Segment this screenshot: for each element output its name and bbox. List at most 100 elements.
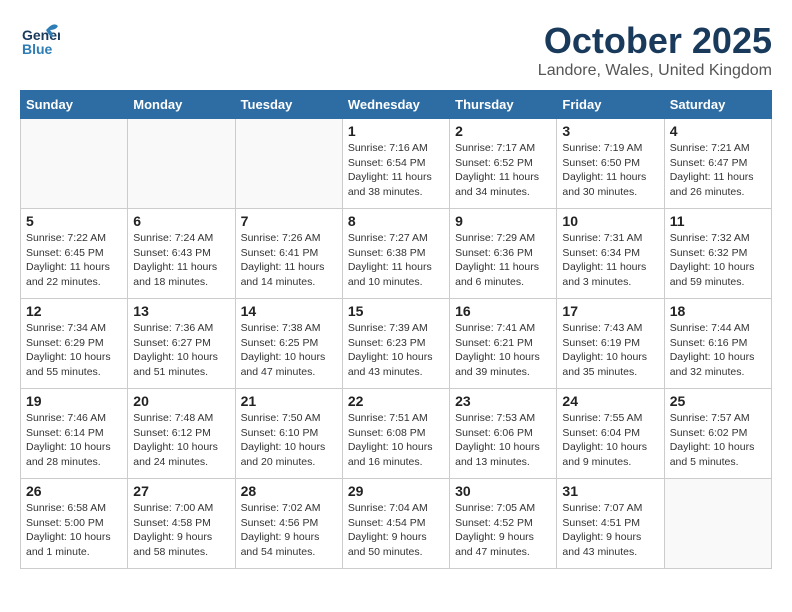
day-info: Sunrise: 7:26 AM Sunset: 6:41 PM Dayligh… <box>241 231 337 290</box>
day-number: 16 <box>455 303 551 319</box>
weekday-header: Sunday <box>21 91 128 119</box>
day-info: Sunrise: 7:16 AM Sunset: 6:54 PM Dayligh… <box>348 141 444 200</box>
weekday-header: Saturday <box>664 91 771 119</box>
day-number: 23 <box>455 393 551 409</box>
calendar-day-cell: 16 Sunrise: 7:41 AM Sunset: 6:21 PM Dayli… <box>450 299 557 389</box>
day-number: 8 <box>348 213 444 229</box>
day-number: 24 <box>562 393 658 409</box>
day-info: Sunrise: 7:39 AM Sunset: 6:23 PM Dayligh… <box>348 321 444 380</box>
day-info: Sunrise: 7:04 AM Sunset: 4:54 PM Dayligh… <box>348 501 444 560</box>
logo: General Blue <box>20 20 60 60</box>
day-info: Sunrise: 7:51 AM Sunset: 6:08 PM Dayligh… <box>348 411 444 470</box>
day-info: Sunrise: 7:48 AM Sunset: 6:12 PM Dayligh… <box>133 411 229 470</box>
day-info: Sunrise: 7:21 AM Sunset: 6:47 PM Dayligh… <box>670 141 766 200</box>
day-number: 9 <box>455 213 551 229</box>
day-number: 18 <box>670 303 766 319</box>
calendar-week-row: 5Sunrise: 7:22 AM Sunset: 6:45 PM Daylig… <box>21 209 772 299</box>
calendar-day-cell: 21 Sunrise: 7:50 AM Sunset: 6:10 PM Dayli… <box>235 389 342 479</box>
calendar-day-cell: 26 Sunrise: 6:58 AM Sunset: 5:00 PM Dayli… <box>21 479 128 569</box>
day-info: Sunrise: 7:46 AM Sunset: 6:14 PM Dayligh… <box>26 411 122 470</box>
day-number: 4 <box>670 123 766 139</box>
day-info: Sunrise: 7:02 AM Sunset: 4:56 PM Dayligh… <box>241 501 337 560</box>
day-number: 21 <box>241 393 337 409</box>
calendar-day-cell: 23 Sunrise: 7:53 AM Sunset: 6:06 PM Dayli… <box>450 389 557 479</box>
calendar-day-cell: 1 Sunrise: 7:16 AM Sunset: 6:54 PM Daylig… <box>342 119 449 209</box>
calendar-week-row: 1 Sunrise: 7:16 AM Sunset: 6:54 PM Daylig… <box>21 119 772 209</box>
calendar-day-cell <box>21 119 128 209</box>
day-number: 7 <box>241 213 337 229</box>
day-number: 20 <box>133 393 229 409</box>
day-info: Sunrise: 7:19 AM Sunset: 6:50 PM Dayligh… <box>562 141 658 200</box>
day-number: 12 <box>26 303 122 319</box>
day-info: Sunrise: 7:36 AM Sunset: 6:27 PM Dayligh… <box>133 321 229 380</box>
day-number: 22 <box>348 393 444 409</box>
calendar-day-cell <box>128 119 235 209</box>
day-number: 10 <box>562 213 658 229</box>
day-info: Sunrise: 7:17 AM Sunset: 6:52 PM Dayligh… <box>455 141 551 200</box>
day-info: Sunrise: 7:07 AM Sunset: 4:51 PM Dayligh… <box>562 501 658 560</box>
day-number: 2 <box>455 123 551 139</box>
day-number: 25 <box>670 393 766 409</box>
calendar-day-cell: 20 Sunrise: 7:48 AM Sunset: 6:12 PM Dayli… <box>128 389 235 479</box>
day-info: Sunrise: 7:38 AM Sunset: 6:25 PM Dayligh… <box>241 321 337 380</box>
day-info: Sunrise: 6:58 AM Sunset: 5:00 PM Dayligh… <box>26 501 122 560</box>
day-info: Sunrise: 7:53 AM Sunset: 6:06 PM Dayligh… <box>455 411 551 470</box>
day-number: 19 <box>26 393 122 409</box>
calendar-day-cell: 11Sunrise: 7:32 AM Sunset: 6:32 PM Dayli… <box>664 209 771 299</box>
day-number: 29 <box>348 483 444 499</box>
weekday-header: Thursday <box>450 91 557 119</box>
calendar-day-cell: 7 Sunrise: 7:26 AM Sunset: 6:41 PM Daylig… <box>235 209 342 299</box>
calendar-day-cell: 15Sunrise: 7:39 AM Sunset: 6:23 PM Dayli… <box>342 299 449 389</box>
location: Landore, Wales, United Kingdom <box>538 62 772 80</box>
calendar-day-cell: 22 Sunrise: 7:51 AM Sunset: 6:08 PM Dayli… <box>342 389 449 479</box>
day-info: Sunrise: 7:05 AM Sunset: 4:52 PM Dayligh… <box>455 501 551 560</box>
calendar-day-cell <box>664 479 771 569</box>
calendar-day-cell: 8 Sunrise: 7:27 AM Sunset: 6:38 PM Daylig… <box>342 209 449 299</box>
day-number: 27 <box>133 483 229 499</box>
day-number: 1 <box>348 123 444 139</box>
calendar-day-cell: 6Sunrise: 7:24 AM Sunset: 6:43 PM Daylig… <box>128 209 235 299</box>
calendar-day-cell: 30 Sunrise: 7:05 AM Sunset: 4:52 PM Dayli… <box>450 479 557 569</box>
day-number: 5 <box>26 213 122 229</box>
day-info: Sunrise: 7:57 AM Sunset: 6:02 PM Dayligh… <box>670 411 766 470</box>
day-info: Sunrise: 7:41 AM Sunset: 6:21 PM Dayligh… <box>455 321 551 380</box>
calendar-week-row: 19 Sunrise: 7:46 AM Sunset: 6:14 PM Dayli… <box>21 389 772 479</box>
calendar-day-cell: 4 Sunrise: 7:21 AM Sunset: 6:47 PM Daylig… <box>664 119 771 209</box>
calendar-day-cell: 3 Sunrise: 7:19 AM Sunset: 6:50 PM Daylig… <box>557 119 664 209</box>
day-number: 11 <box>670 213 766 229</box>
day-number: 17 <box>562 303 658 319</box>
day-info: Sunrise: 7:00 AM Sunset: 4:58 PM Dayligh… <box>133 501 229 560</box>
calendar-day-cell: 2 Sunrise: 7:17 AM Sunset: 6:52 PM Daylig… <box>450 119 557 209</box>
day-info: Sunrise: 7:34 AM Sunset: 6:29 PM Dayligh… <box>26 321 122 380</box>
day-number: 31 <box>562 483 658 499</box>
svg-text:Blue: Blue <box>22 41 53 57</box>
day-number: 13 <box>133 303 229 319</box>
logo-icon: General Blue <box>20 20 60 60</box>
calendar-day-cell: 25 Sunrise: 7:57 AM Sunset: 6:02 PM Dayli… <box>664 389 771 479</box>
weekday-header: Wednesday <box>342 91 449 119</box>
calendar-day-cell: 10 Sunrise: 7:31 AM Sunset: 6:34 PM Dayli… <box>557 209 664 299</box>
day-info: Sunrise: 7:27 AM Sunset: 6:38 PM Dayligh… <box>348 231 444 290</box>
calendar-day-cell: 17 Sunrise: 7:43 AM Sunset: 6:19 PM Dayli… <box>557 299 664 389</box>
day-number: 14 <box>241 303 337 319</box>
day-number: 26 <box>26 483 122 499</box>
weekday-header: Friday <box>557 91 664 119</box>
calendar-day-cell: 14 Sunrise: 7:38 AM Sunset: 6:25 PM Dayli… <box>235 299 342 389</box>
month-title: October 2025 <box>538 20 772 62</box>
weekday-header: Tuesday <box>235 91 342 119</box>
calendar-day-cell: 13 Sunrise: 7:36 AM Sunset: 6:27 PM Dayli… <box>128 299 235 389</box>
day-info: Sunrise: 7:50 AM Sunset: 6:10 PM Dayligh… <box>241 411 337 470</box>
calendar-day-cell: 18 Sunrise: 7:44 AM Sunset: 6:16 PM Dayli… <box>664 299 771 389</box>
day-number: 3 <box>562 123 658 139</box>
day-info: Sunrise: 7:44 AM Sunset: 6:16 PM Dayligh… <box>670 321 766 380</box>
weekday-header-row: SundayMondayTuesdayWednesdayThursdayFrid… <box>21 91 772 119</box>
calendar-day-cell: 28Sunrise: 7:02 AM Sunset: 4:56 PM Dayli… <box>235 479 342 569</box>
calendar-day-cell <box>235 119 342 209</box>
calendar-day-cell: 24Sunrise: 7:55 AM Sunset: 6:04 PM Dayli… <box>557 389 664 479</box>
day-number: 30 <box>455 483 551 499</box>
day-info: Sunrise: 7:29 AM Sunset: 6:36 PM Dayligh… <box>455 231 551 290</box>
title-block: October 2025 Landore, Wales, United King… <box>538 20 772 80</box>
day-info: Sunrise: 7:43 AM Sunset: 6:19 PM Dayligh… <box>562 321 658 380</box>
calendar-day-cell: 31 Sunrise: 7:07 AM Sunset: 4:51 PM Dayli… <box>557 479 664 569</box>
day-info: Sunrise: 7:31 AM Sunset: 6:34 PM Dayligh… <box>562 231 658 290</box>
